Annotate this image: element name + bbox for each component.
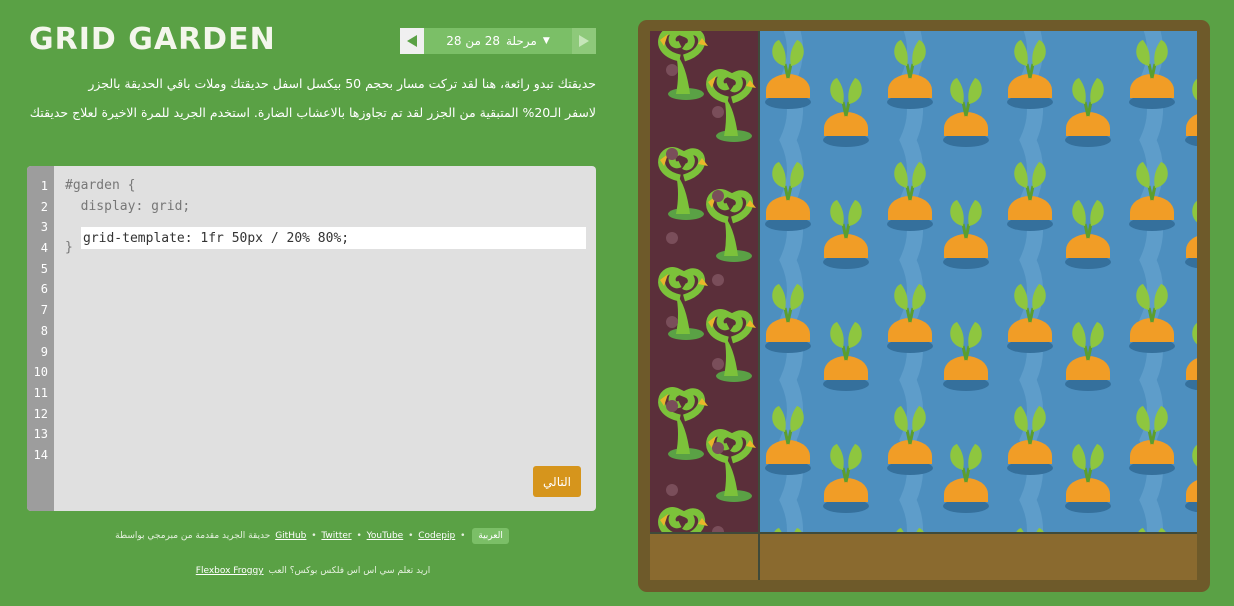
code-line: #garden { — [65, 178, 136, 193]
garden-frame — [638, 20, 1210, 592]
line-number: 8 — [40, 323, 48, 338]
codepip-link[interactable]: Codepip — [418, 531, 455, 541]
line-number: 1 — [40, 179, 48, 193]
app-title: GRID GARDEN — [29, 22, 276, 57]
twitter-link[interactable]: Twitter — [321, 531, 351, 541]
next-button[interactable]: التالي — [533, 466, 581, 497]
level-navigation: ▼ مرحلة 28 من 28 — [400, 28, 596, 54]
line-number: 2 — [40, 199, 48, 214]
previous-level-button[interactable] — [400, 28, 424, 54]
language-button[interactable]: العربية — [472, 528, 509, 544]
line-number: 14 — [33, 447, 48, 462]
level-indicator[interactable]: ▼ مرحلة 28 من 28 — [424, 28, 572, 54]
line-number: 6 — [40, 282, 48, 297]
css-answer-input[interactable] — [81, 227, 586, 249]
level-progress: 28 من 28 — [446, 34, 500, 48]
line-number: 12 — [33, 406, 48, 421]
arrow-left-icon — [407, 35, 417, 47]
code-area: #garden { display: grid; } — [65, 176, 586, 259]
code-editor: 1 2 3 4 5 6 7 8 9 10 11 12 13 14 #garden… — [27, 166, 596, 511]
instruction-paragraph: حديقتك تبدو رائعة، هنا لقد تركت مسار بحج… — [88, 76, 596, 91]
froggy-text: اريد تعلم سي اس اس فلكس بوكس؟ العب — [268, 566, 431, 576]
flexbox-froggy-link[interactable]: Flexbox Froggy — [196, 566, 264, 576]
line-number: 4 — [40, 241, 48, 256]
line-number: 9 — [40, 344, 48, 359]
line-numbers: 1 2 3 4 5 6 7 8 9 10 11 12 13 14 — [27, 166, 54, 511]
line-number: 5 — [40, 261, 48, 276]
github-link[interactable]: GitHub — [275, 531, 306, 541]
footer-links: العربية • GitHub • Twitter • YouTube • C… — [28, 528, 596, 544]
line-number: 3 — [40, 220, 48, 235]
path-soil-left — [650, 534, 758, 580]
line-number: 10 — [33, 365, 48, 380]
garden-illustration — [650, 31, 1197, 580]
instructions: حديقتك تبدو رائعة، هنا لقد تركت مسار بحج… — [28, 74, 596, 132]
instruction-paragraph: لاسفر الـ20% المتبقية من الجزر لقد تم تج… — [29, 105, 596, 120]
froggy-promo: اريد تعلم سي اس اس فلكس بوكس؟ العب Flexb… — [28, 566, 596, 576]
path-soil-right — [760, 534, 1197, 580]
line-number: 7 — [40, 303, 48, 318]
caret-down-icon: ▼ — [542, 36, 550, 46]
line-number: 13 — [33, 427, 48, 442]
line-number: 11 — [33, 385, 48, 400]
code-line: display: grid; — [65, 198, 191, 214]
credit-text: حديقة الجريد مقدمة من مبرمجي بواسطة — [115, 531, 271, 541]
arrow-right-icon — [579, 35, 589, 47]
next-level-button[interactable] — [572, 28, 596, 54]
youtube-link[interactable]: YouTube — [367, 531, 404, 541]
level-label: مرحلة — [505, 34, 537, 48]
